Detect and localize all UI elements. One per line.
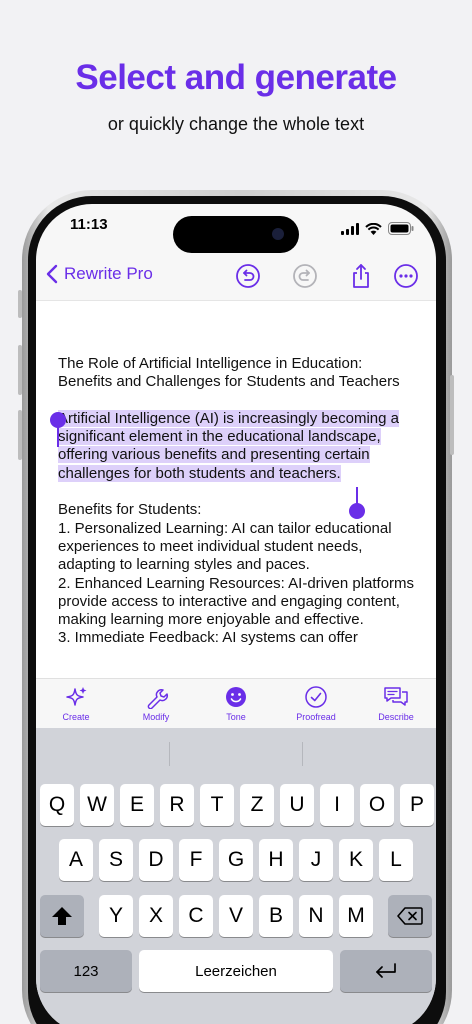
key-d[interactable]: D (139, 839, 173, 881)
key-j[interactable]: J (299, 839, 333, 881)
list-item: 1. Personalized Learning: AI can tailor … (58, 519, 392, 574)
key-r[interactable]: R (160, 784, 194, 826)
create-label: Create (62, 712, 90, 722)
wrench-icon (147, 689, 168, 709)
promo-headline: Select and generate (75, 58, 397, 97)
volume-down-button (18, 410, 22, 460)
chevron-left-icon (46, 264, 58, 284)
key-o[interactable]: O (360, 784, 394, 826)
wifi-icon (365, 222, 382, 235)
share-button[interactable] (347, 262, 375, 290)
share-icon (353, 264, 369, 288)
tone-button[interactable]: Tone (196, 679, 276, 728)
list-item: 2. Enhanced Learning Resources: AI-drive… (58, 574, 415, 629)
proofread-button[interactable]: Proofread (276, 679, 356, 728)
smiley-icon (226, 687, 246, 707)
selected-paragraph[interactable]: Artificial Intelligence (AI) is increasi… (58, 409, 399, 482)
key-h[interactable]: H (259, 839, 293, 881)
more-button[interactable] (392, 262, 420, 290)
key-v[interactable]: V (219, 895, 253, 937)
undo-button[interactable] (234, 262, 262, 290)
key-i[interactable]: I (320, 784, 354, 826)
document-title: The Role of Artificial Intelligence in E… (58, 355, 400, 391)
keyboard: Q W E R T Z U I O P A S D F G H J K L Y … (36, 728, 436, 1024)
camera-icon (272, 228, 284, 240)
document-text[interactable]: The Role of Artificial Intelligence in E… (58, 355, 418, 648)
key-l[interactable]: L (379, 839, 413, 881)
delete-key[interactable] (388, 895, 432, 937)
battery-icon (388, 222, 414, 235)
key-m[interactable]: M (339, 895, 373, 937)
redo-button[interactable] (291, 262, 319, 290)
modify-button[interactable]: Modify (116, 679, 196, 728)
more-icon (394, 264, 418, 288)
prediction-divider (302, 742, 303, 766)
phone-screen: 11:13 Rewrite Pro The Role of Artificial… (36, 204, 436, 1024)
key-e[interactable]: E (120, 784, 154, 826)
modify-label: Modify (142, 712, 170, 722)
cellular-signal-icon (341, 222, 359, 235)
shift-key[interactable] (40, 895, 84, 937)
describe-label: Describe (378, 712, 414, 722)
selection-end-handle[interactable] (349, 503, 365, 519)
key-y[interactable]: Y (99, 895, 133, 937)
tone-label: Tone (226, 712, 246, 722)
selection-start-caret (57, 427, 59, 447)
create-button[interactable]: Create (36, 679, 116, 728)
volume-up-button (18, 345, 22, 395)
key-u[interactable]: U (280, 784, 314, 826)
selection-start-handle[interactable] (50, 412, 66, 428)
numbers-key[interactable]: 123 (40, 950, 132, 992)
shift-arrow-icon (52, 907, 72, 925)
key-g[interactable]: G (219, 839, 253, 881)
back-button-label: Rewrite Pro (64, 264, 153, 283)
key-x[interactable]: X (139, 895, 173, 937)
key-w[interactable]: W (80, 784, 114, 826)
key-z[interactable]: Z (240, 784, 274, 826)
key-a[interactable]: A (59, 839, 93, 881)
promo-subline: or quickly change the whole text (107, 114, 365, 134)
undo-icon (236, 264, 260, 288)
key-s[interactable]: S (99, 839, 133, 881)
chat-bubbles-icon (384, 687, 408, 706)
checkmark-circle-icon (305, 686, 327, 708)
ai-toolbar: Create Modify Tone Proofread Describe (36, 678, 436, 728)
power-button (450, 375, 454, 455)
space-key[interactable]: Leerzeichen (139, 950, 333, 992)
key-b[interactable]: B (259, 895, 293, 937)
key-p[interactable]: P (400, 784, 434, 826)
status-time: 11:13 (70, 216, 108, 233)
describe-button[interactable]: Describe (356, 679, 436, 728)
key-q[interactable]: Q (40, 784, 74, 826)
status-icons (341, 222, 414, 235)
key-f[interactable]: F (179, 839, 213, 881)
return-arrow-icon (376, 963, 396, 978)
key-n[interactable]: N (299, 895, 333, 937)
delete-backward-icon (397, 907, 423, 925)
sparkles-icon (66, 687, 87, 706)
navigation-bar: Rewrite Pro (36, 258, 436, 300)
back-button[interactable]: Rewrite Pro (46, 264, 153, 284)
key-t[interactable]: T (200, 784, 234, 826)
document-editor[interactable]: The Role of Artificial Intelligence in E… (36, 300, 436, 678)
redo-icon (293, 264, 317, 288)
list-item: 3. Immediate Feedback: AI systems can of… (58, 629, 358, 647)
prediction-divider (169, 742, 170, 766)
key-k[interactable]: K (339, 839, 373, 881)
return-key[interactable] (340, 950, 432, 992)
proofread-label: Proofread (296, 712, 336, 722)
mute-switch (18, 290, 22, 318)
key-c[interactable]: C (179, 895, 213, 937)
